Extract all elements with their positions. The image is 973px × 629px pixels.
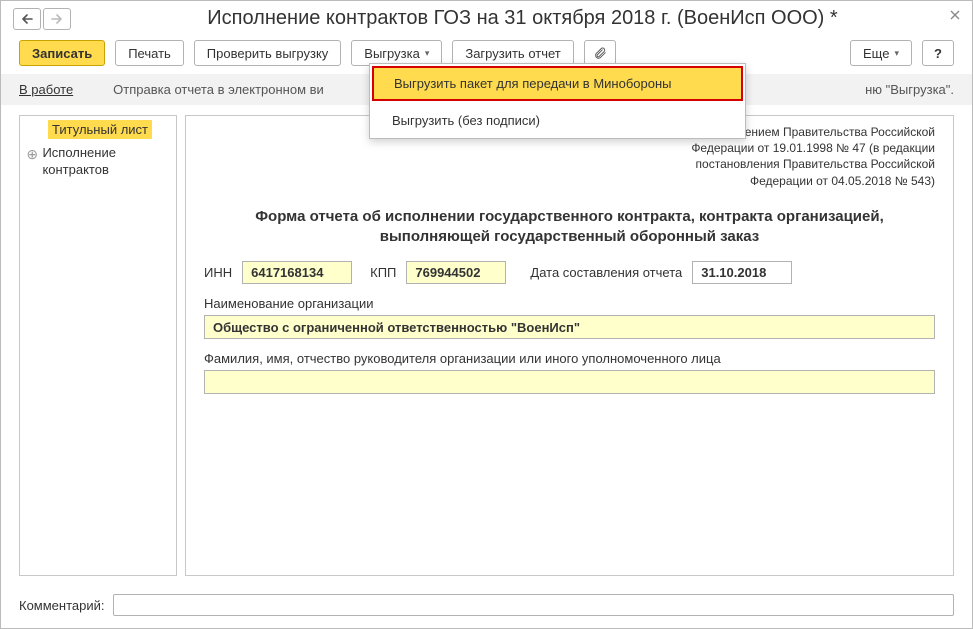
- decree-line: Федерации от 04.05.2018 № 543): [204, 173, 935, 189]
- export-dropdown: Выгрузить пакет для передачи в Миноборон…: [369, 63, 746, 139]
- nav-back-button[interactable]: [13, 8, 41, 30]
- print-button[interactable]: Печать: [115, 40, 184, 66]
- write-button[interactable]: Записать: [19, 40, 105, 66]
- fio-label: Фамилия, имя, отчество руководителя орга…: [204, 351, 935, 366]
- sidebar-item-title-sheet[interactable]: Титульный лист: [20, 116, 176, 143]
- inn-value[interactable]: 6417168134: [242, 261, 352, 284]
- app-window: Исполнение контрактов ГОЗ на 31 октября …: [0, 0, 973, 629]
- main-panel: постановлением Правительства Российской …: [185, 115, 954, 576]
- arrow-right-icon: [51, 14, 63, 24]
- decree-line: постановления Правительства Российской: [204, 156, 935, 172]
- info-text-left: Отправка отчета в электронном ви: [113, 82, 324, 97]
- window-title: Исполнение контрактов ГОЗ на 31 октября …: [85, 7, 960, 30]
- export-button-label: Выгрузка: [364, 46, 420, 61]
- write-button-label: Записать: [32, 46, 92, 61]
- nav-arrows: [13, 8, 71, 30]
- dropdown-item-export-package[interactable]: Выгрузить пакет для передачи в Миноборон…: [372, 66, 743, 101]
- title-bar: Исполнение контрактов ГОЗ на 31 октября …: [1, 1, 972, 34]
- comment-label: Комментарий:: [19, 598, 105, 613]
- nav-forward-button[interactable]: [43, 8, 71, 30]
- comment-input[interactable]: [113, 594, 955, 616]
- chevron-down-icon: ▾: [894, 48, 899, 59]
- chevron-down-icon: ▾: [425, 48, 430, 59]
- sidebar-title-label: Титульный лист: [48, 120, 152, 139]
- footer: Комментарий:: [1, 586, 972, 628]
- form-title: Форма отчета об исполнении государственн…: [214, 207, 925, 248]
- fio-value[interactable]: [204, 370, 935, 394]
- date-label: Дата составления отчета: [530, 265, 682, 280]
- dropdown-item-label: Выгрузить (без подписи): [392, 113, 540, 128]
- more-button-label: Еще: [863, 46, 889, 61]
- close-button[interactable]: [950, 7, 960, 23]
- kpp-label: КПП: [370, 265, 396, 280]
- kpp-value[interactable]: 769944502: [406, 261, 506, 284]
- dropdown-item-label: Выгрузить пакет для передачи в Миноборон…: [394, 76, 672, 91]
- close-icon: [950, 10, 960, 20]
- sidebar-contracts-label: Исполнение контрактов: [42, 145, 170, 179]
- status-link[interactable]: В работе: [19, 82, 73, 97]
- info-text-right: ню "Выгрузка".: [865, 82, 954, 97]
- arrow-left-icon: [21, 14, 33, 24]
- help-icon: ?: [934, 46, 942, 61]
- expand-icon[interactable]: ⊕: [26, 147, 38, 161]
- help-button[interactable]: ?: [922, 40, 954, 66]
- check-export-button[interactable]: Проверить выгрузку: [194, 40, 342, 66]
- check-export-label: Проверить выгрузку: [207, 46, 329, 61]
- org-label: Наименование организации: [204, 296, 935, 311]
- more-button[interactable]: Еще ▾: [850, 40, 912, 66]
- org-value[interactable]: Общество с ограниченной ответственностью…: [204, 315, 935, 339]
- dropdown-item-export-unsigned[interactable]: Выгрузить (без подписи): [370, 103, 745, 138]
- date-value[interactable]: 31.10.2018: [692, 261, 792, 284]
- ids-row: ИНН 6417168134 КПП 769944502 Дата состав…: [204, 261, 935, 284]
- body-area: Титульный лист ⊕ Исполнение контрактов п…: [1, 105, 972, 586]
- inn-label: ИНН: [204, 265, 232, 280]
- print-button-label: Печать: [128, 46, 171, 61]
- load-report-label: Загрузить отчет: [465, 46, 560, 61]
- sidebar: Титульный лист ⊕ Исполнение контрактов: [19, 115, 177, 576]
- decree-line: Федерации от 19.01.1998 № 47 (в редакции: [204, 140, 935, 156]
- sidebar-item-contracts[interactable]: ⊕ Исполнение контрактов: [20, 143, 176, 181]
- paperclip-icon: [593, 46, 607, 60]
